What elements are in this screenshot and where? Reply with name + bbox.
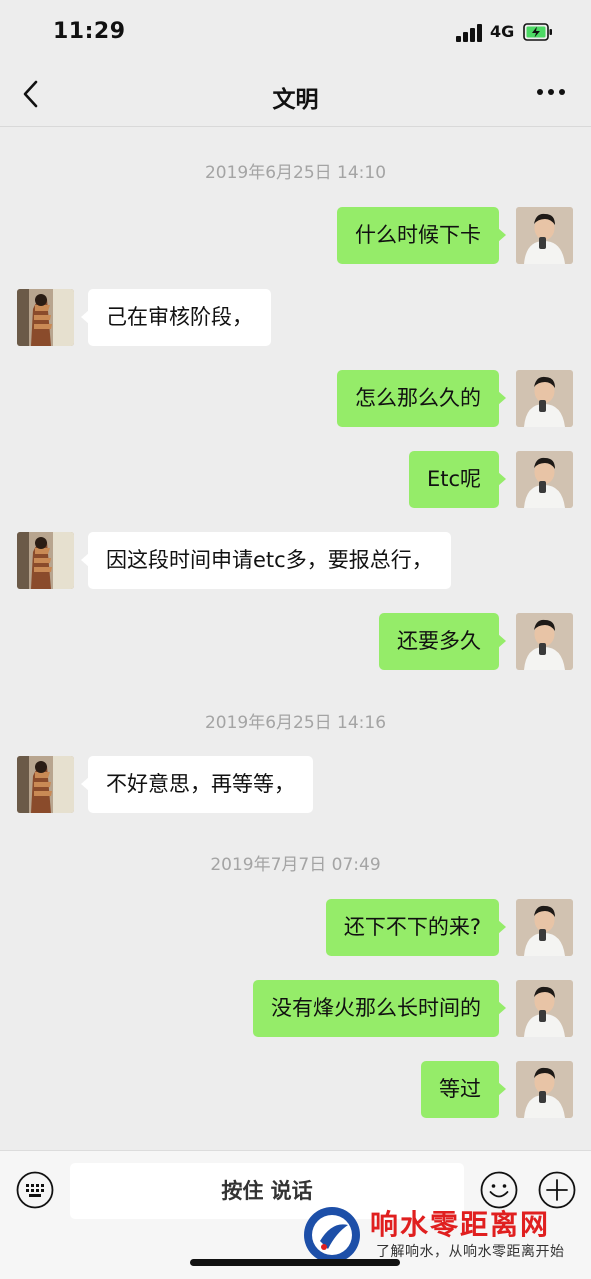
more-icon[interactable] bbox=[536, 82, 566, 102]
self-avatar[interactable] bbox=[516, 451, 573, 508]
contact-avatar[interactable] bbox=[17, 756, 74, 813]
contact-avatar[interactable] bbox=[17, 289, 74, 346]
outgoing-message[interactable]: Etc呢 bbox=[408, 451, 507, 508]
chat-screen: 11:29 4G 文明 2019年6月25日 14:10 什么时候下卡 己在审核… bbox=[0, 0, 591, 1279]
status-time: 11:29 bbox=[53, 19, 126, 44]
outgoing-message[interactable]: 等过 bbox=[421, 1061, 506, 1118]
nav-bar: 文明 bbox=[0, 60, 591, 127]
outgoing-message[interactable]: 什么时候下卡 bbox=[337, 207, 506, 264]
incoming-message[interactable]: 因这段时间申请etc多，要报总行， bbox=[81, 532, 451, 589]
outgoing-message[interactable]: 怎么那么久的 bbox=[337, 370, 506, 427]
self-avatar[interactable] bbox=[516, 207, 573, 264]
outgoing-message[interactable]: 还下不下的来? bbox=[325, 899, 507, 956]
home-indicator[interactable] bbox=[190, 1259, 400, 1266]
self-avatar[interactable] bbox=[516, 370, 573, 427]
battery-charging-icon bbox=[523, 23, 552, 41]
network-type: 4G bbox=[490, 22, 515, 41]
self-avatar[interactable] bbox=[516, 1061, 573, 1118]
outgoing-message[interactable]: 还要多久 bbox=[379, 613, 506, 670]
chat-title: 文明 bbox=[272, 87, 319, 113]
keyboard-icon[interactable] bbox=[16, 1171, 54, 1209]
time-stamp: 2019年6月25日 14:16 bbox=[204, 713, 387, 733]
outgoing-message[interactable]: 没有烽火那么长时间的 bbox=[253, 980, 506, 1037]
watermark-title: 响水零距离网 bbox=[370, 1208, 551, 1241]
self-avatar[interactable] bbox=[516, 899, 573, 956]
incoming-message[interactable]: 己在审核阶段， bbox=[81, 289, 271, 346]
time-stamp: 2019年6月25日 14:10 bbox=[204, 163, 387, 183]
time-stamp: 2019年7月7日 07:49 bbox=[210, 855, 381, 875]
self-avatar[interactable] bbox=[516, 613, 573, 670]
status-bar: 11:29 4G bbox=[0, 0, 591, 60]
watermark-subtitle: 了解响水，从响水零距离开始 bbox=[376, 1244, 565, 1260]
watermark-logo bbox=[304, 1207, 360, 1263]
self-avatar[interactable] bbox=[516, 980, 573, 1037]
signal-icon bbox=[456, 24, 484, 42]
contact-avatar[interactable] bbox=[17, 532, 74, 589]
incoming-message[interactable]: 不好意思，再等等， bbox=[81, 756, 313, 813]
